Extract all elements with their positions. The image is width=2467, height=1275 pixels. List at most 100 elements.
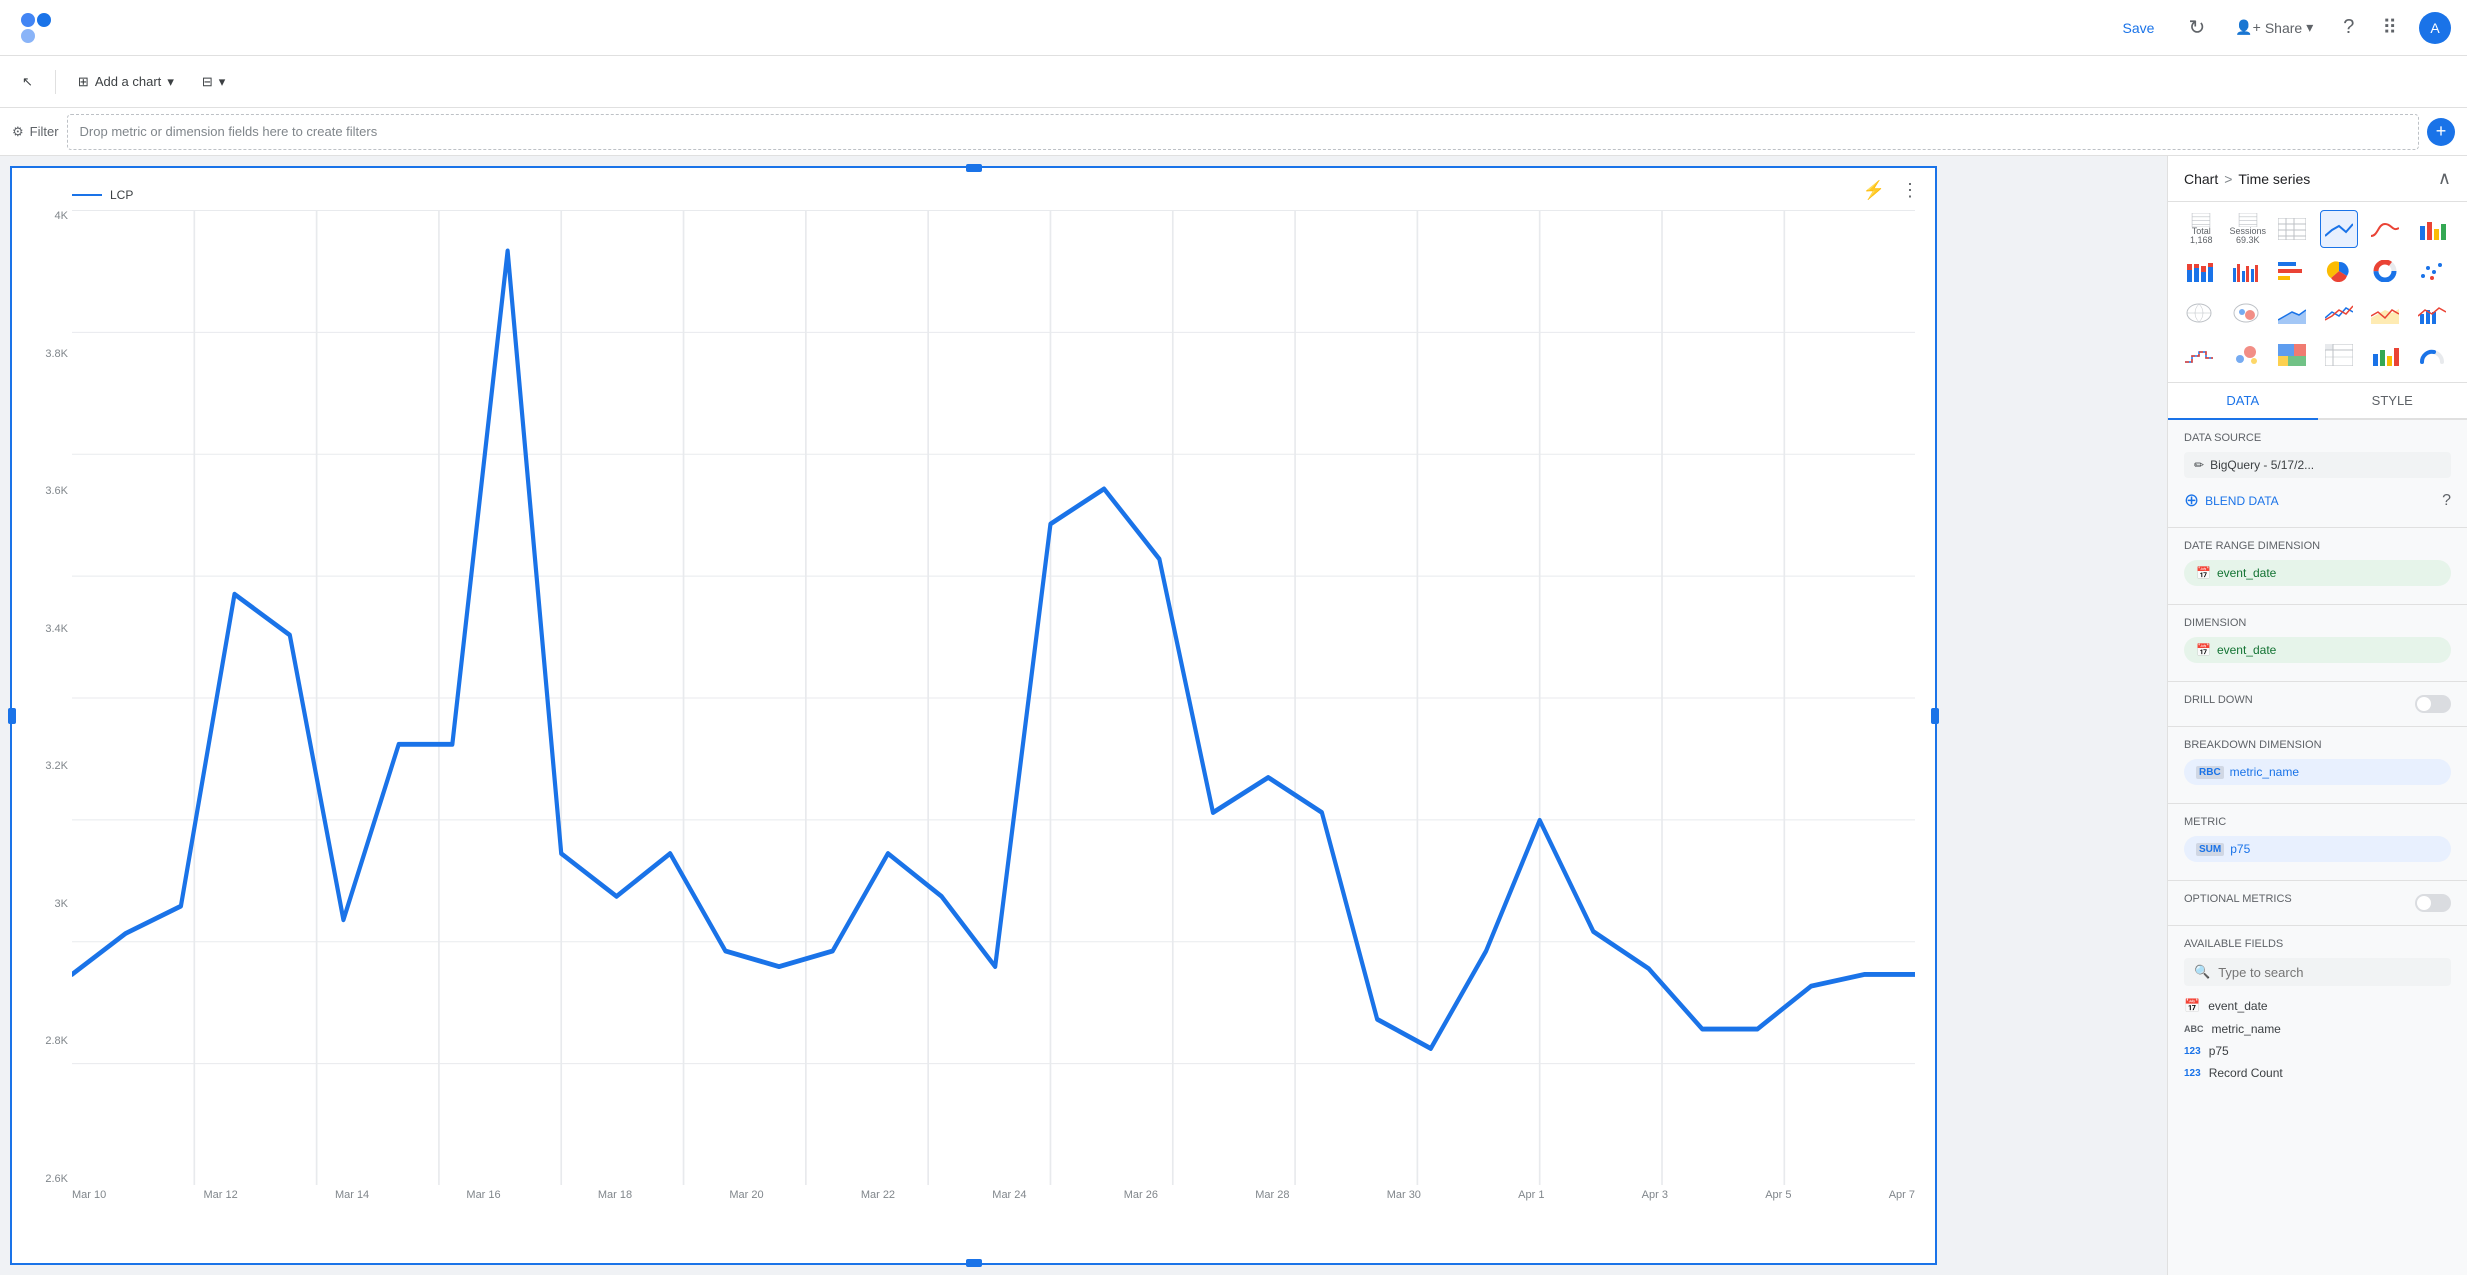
metric-type-icon: SUM <box>2196 843 2224 856</box>
apps-button[interactable]: ⠿ <box>2376 9 2403 46</box>
p75-icon: 123 <box>2184 1046 2201 1057</box>
metric-field[interactable]: SUM p75 <box>2184 836 2451 862</box>
legend-line <box>72 194 102 196</box>
tab-data[interactable]: DATA <box>2168 383 2318 420</box>
blend-add-icon: ⊕ <box>2184 490 2199 511</box>
dimension-title: Dimension <box>2184 617 2451 629</box>
filter-label: ⚙ Filter <box>12 124 59 140</box>
canvas[interactable]: ⚡ ⋮ LCP 4K 3.8K 3.6K <box>0 156 2167 1275</box>
chart-type-time-series[interactable] <box>2320 210 2358 248</box>
chart-svg <box>72 210 1915 1185</box>
app-logo <box>16 8 56 48</box>
filterbar: ⚙ Filter Drop metric or dimension fields… <box>0 108 2467 156</box>
event-date-icon: 📅 <box>2184 998 2200 1014</box>
chart-types-grid: Total 1,168 Sessions 69.3K <box>2168 202 2467 383</box>
filter-drop-zone[interactable]: Drop metric or dimension fields here to … <box>67 114 2419 150</box>
date-range-field[interactable]: 📅 event_date <box>2184 560 2451 586</box>
field-event-date[interactable]: 📅 event_date <box>2184 994 2451 1018</box>
panel-tabs: DATA STYLE <box>2168 383 2467 420</box>
cursor-icon: ↖ <box>22 74 33 90</box>
optional-toggle-knob <box>2417 896 2431 910</box>
field-p75[interactable]: 123 p75 <box>2184 1040 2451 1062</box>
drill-down-toggle-container: Drill down <box>2184 694 2451 714</box>
chart-container[interactable]: ⚡ ⋮ LCP 4K 3.8K 3.6K <box>10 166 1937 1265</box>
topbar-right: Save ↻ 👤+ Share ▾ ? ⠿ A <box>2111 9 2451 46</box>
avatar[interactable]: A <box>2419 12 2451 44</box>
panel-title: Chart > Time series <box>2184 171 2310 187</box>
arrange-button[interactable]: ⊟ ▾ <box>192 68 235 96</box>
save-button[interactable]: Save <box>2111 14 2167 42</box>
field-metric-name[interactable]: ABC metric_name <box>2184 1018 2451 1040</box>
chart-type-treemap[interactable] <box>2273 336 2311 374</box>
record-count-icon: 123 <box>2184 1068 2201 1079</box>
chart-type-combo[interactable] <box>2413 294 2451 332</box>
panel-close-button[interactable]: ∧ <box>2438 168 2451 189</box>
search-icon: 🔍 <box>2194 964 2210 980</box>
chart-type-colored-bar[interactable] <box>2366 336 2404 374</box>
filter-add-button[interactable]: + <box>2427 118 2455 146</box>
metric-section: Metric SUM p75 <box>2168 804 2467 881</box>
chart-type-horizontal-bar[interactable] <box>2273 252 2311 290</box>
breakdown-field[interactable]: RBC metric_name <box>2184 759 2451 785</box>
add-chart-button[interactable]: ⊞ Add a chart ▾ <box>68 68 184 96</box>
toggle-knob <box>2417 697 2431 711</box>
tab-style[interactable]: STYLE <box>2318 383 2467 420</box>
blend-data-button[interactable]: ⊕ BLEND DATA <box>2184 486 2279 515</box>
optional-metrics-toggle[interactable] <box>2415 894 2451 912</box>
dimension-field[interactable]: 📅 event_date <box>2184 637 2451 663</box>
chart-type-stacked-area[interactable] <box>2273 294 2311 332</box>
chart-type-gauge[interactable] <box>2413 336 2451 374</box>
toolbar-separator <box>55 70 56 94</box>
chart-type-smooth-line[interactable] <box>2366 210 2404 248</box>
help-icon: ? <box>2343 16 2354 39</box>
available-fields-title: Available Fields <box>2184 938 2451 950</box>
refresh-icon: ↻ <box>2188 15 2205 40</box>
search-input[interactable] <box>2218 965 2441 980</box>
panel-header: Chart > Time series ∧ <box>2168 156 2467 202</box>
chart-type-scatter[interactable] <box>2413 252 2451 290</box>
blend-help-icon[interactable]: ? <box>2442 492 2451 510</box>
arrange-chevron-icon: ▾ <box>219 74 226 90</box>
drill-down-toggle[interactable] <box>2415 695 2451 713</box>
chart-type-pivot[interactable] <box>2320 336 2358 374</box>
chart-type-multi-bar[interactable] <box>2227 252 2265 290</box>
chart-type-bar[interactable] <box>2413 210 2451 248</box>
drill-down-section: Drill down <box>2168 682 2467 727</box>
chart-type-geo-map[interactable] <box>2180 294 2218 332</box>
dimension-section: Dimension 📅 event_date <box>2168 605 2467 682</box>
chart-type-stacked-bar[interactable] <box>2180 252 2218 290</box>
breakdown-title: Breakdown Dimension <box>2184 739 2451 751</box>
x-axis-labels: Mar 10 Mar 12 Mar 14 Mar 16 Mar 18 Mar 2… <box>72 1189 1915 1201</box>
chart-type-table-total[interactable]: Total 1,168 <box>2180 210 2223 248</box>
help-button[interactable]: ? <box>2337 10 2360 45</box>
chart-type-area-combo[interactable] <box>2366 294 2404 332</box>
y-axis-labels: 4K 3.8K 3.6K 3.4K 3.2K 3K 2.8K 2.6K <box>20 210 68 1185</box>
toolbar: ↖ ⊞ Add a chart ▾ ⊟ ▾ <box>0 56 2467 108</box>
chart-type-multi-line[interactable] <box>2320 294 2358 332</box>
chart-type-geo-bubble[interactable] <box>2227 294 2265 332</box>
chart-type-pie[interactable] <box>2320 252 2358 290</box>
date-range-title: Date Range Dimension <box>2184 540 2451 552</box>
chart-type-stepped-line[interactable] <box>2180 336 2218 374</box>
metric-name-icon: ABC <box>2184 1024 2204 1034</box>
field-record-count[interactable]: 123 Record Count <box>2184 1062 2451 1084</box>
chart-type-donut[interactable] <box>2366 252 2404 290</box>
chart-type-compact-table[interactable] <box>2273 210 2311 248</box>
share-button[interactable]: 👤+ Share ▾ <box>2227 13 2321 42</box>
breakdown-type-icon: RBC <box>2196 766 2224 779</box>
legend-label: LCP <box>110 188 133 202</box>
topbar-left <box>16 8 56 48</box>
refresh-button[interactable]: ↻ <box>2182 9 2211 46</box>
breakdown-section: Breakdown Dimension RBC metric_name <box>2168 727 2467 804</box>
chart-type-bubble[interactable] <box>2227 336 2265 374</box>
chevron-down-icon: ▾ <box>2306 19 2313 36</box>
topbar: Save ↻ 👤+ Share ▾ ? ⠿ A <box>0 0 2467 56</box>
apps-icon: ⠿ <box>2382 15 2397 40</box>
add-chart-chevron-icon: ▾ <box>167 74 174 90</box>
share-icon: 👤+ <box>2235 19 2261 36</box>
add-chart-icon: ⊞ <box>78 74 89 90</box>
cursor-tool-button[interactable]: ↖ <box>12 68 43 96</box>
chart-type-sessions[interactable]: Sessions 69.3K <box>2227 210 2270 248</box>
data-source-title: Data source <box>2184 432 2451 444</box>
datasource-chip[interactable]: ✏ BigQuery - 5/17/2... <box>2184 452 2451 478</box>
